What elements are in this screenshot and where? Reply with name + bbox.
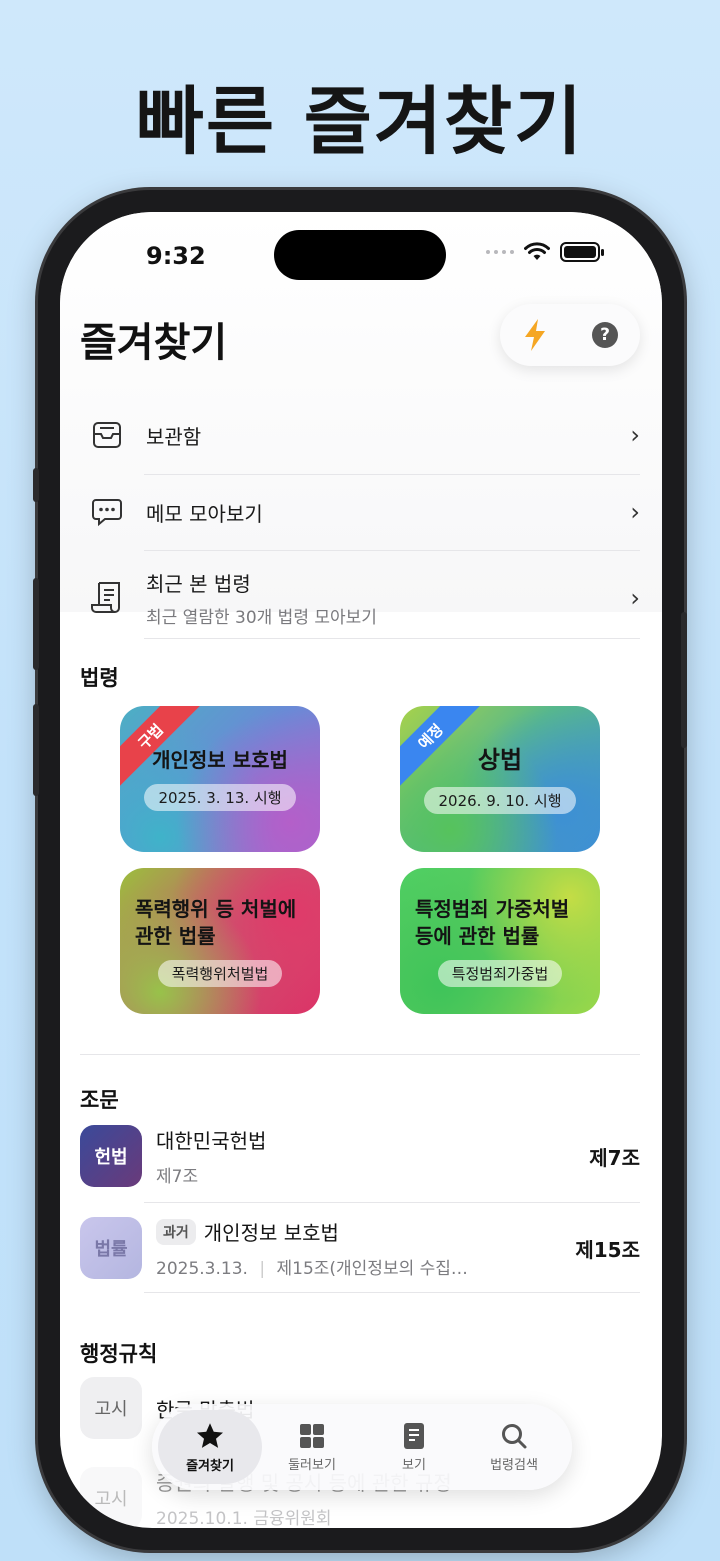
tab-favorites[interactable]: 즐겨찾기 xyxy=(158,1410,262,1484)
tab-label: 보기 xyxy=(402,1457,426,1473)
law-title: 상법 xyxy=(477,746,523,775)
phone-volume-down-button xyxy=(33,704,39,796)
laws-heading: 법령 xyxy=(80,666,119,690)
phone-side-button xyxy=(33,468,39,502)
dynamic-island xyxy=(274,230,446,280)
phone-power-button xyxy=(681,612,687,748)
menu-label: 최근 본 법령 xyxy=(146,572,251,596)
menu-memos[interactable]: 메모 모아보기 › xyxy=(90,495,640,529)
tab-browse[interactable]: 둘러보기 xyxy=(260,1410,364,1484)
status-time: 9:32 xyxy=(146,242,206,270)
law-card-crime[interactable]: 특정범죄 가중처벌 등에 관한 법률 특정범죄가중법 xyxy=(400,868,600,1014)
law-card-privacy[interactable]: 구법 개인정보 보호법 2025. 3. 13. 시행 xyxy=(120,706,320,852)
menu-archive[interactable]: 보관함 › xyxy=(90,418,640,452)
lightning-icon[interactable] xyxy=(522,318,548,352)
article-law-name: 대한민국헌법 xyxy=(156,1129,267,1153)
page-title: 즐겨찾기 xyxy=(80,320,228,366)
divider xyxy=(144,474,640,475)
divider xyxy=(80,1054,640,1055)
chat-bubble-icon xyxy=(90,495,124,529)
receipt-scroll-icon xyxy=(90,581,124,615)
star-icon xyxy=(197,1422,223,1448)
menu-sublabel: 최근 열람한 30개 법령 모아보기 xyxy=(146,608,377,628)
phone-volume-up-button xyxy=(33,578,39,670)
category-badge: 고시 xyxy=(80,1467,142,1528)
status-ribbon: 예정 xyxy=(400,706,483,789)
menu-recent-laws[interactable]: 최근 본 법령 최근 열람한 30개 법령 모아보기 › xyxy=(90,568,640,628)
tray-icon xyxy=(90,418,124,452)
law-short-name-pill: 특정범죄가중법 xyxy=(437,959,563,987)
grid-icon xyxy=(300,1423,324,1448)
divider xyxy=(144,550,640,551)
bottom-tab-bar: 즐겨찾기 둘러보기 보기 법령검색 xyxy=(152,1404,572,1490)
law-date-pill: 2025. 3. 13. 시행 xyxy=(144,784,296,811)
past-version-tag: 과거 xyxy=(156,1218,196,1245)
article-sub: 제15조(개인정보의 수집… xyxy=(276,1259,468,1279)
article-sub: 제7조 xyxy=(156,1167,199,1187)
rule-sub: 2025.10.1. 금융위원회 xyxy=(156,1509,332,1528)
wifi-icon xyxy=(524,242,550,260)
tab-law-search[interactable]: 법령검색 xyxy=(462,1410,566,1484)
law-short-name-pill: 폭력행위처벌법 xyxy=(157,959,283,987)
tab-label: 둘러보기 xyxy=(288,1457,336,1473)
article-date: 2025.3.13. xyxy=(156,1259,248,1279)
law-date-pill: 2026. 9. 10. 시행 xyxy=(424,786,576,814)
menu-label: 메모 모아보기 xyxy=(146,501,263,526)
law-title: 폭력행위 등 처벌에 관한 법률 xyxy=(135,896,297,948)
status-icons xyxy=(486,242,604,262)
article-row[interactable]: 법률 과거 개인정보 보호법 2025.3.13. | 제15조(개인정보의 수… xyxy=(80,1208,640,1288)
category-badge: 법률 xyxy=(80,1217,142,1279)
tab-label: 즐겨찾기 xyxy=(186,1458,234,1474)
category-badge: 고시 xyxy=(80,1377,142,1439)
help-icon[interactable]: ? xyxy=(592,322,618,348)
category-badge: 헌법 xyxy=(80,1125,142,1187)
app-screen: 9:32 즐겨찾기 ? 보관함 › 메모 모아보기 › 최근 본 법령 최근 열… xyxy=(60,212,662,1528)
divider xyxy=(144,1202,640,1203)
chevron-right-icon: › xyxy=(630,421,640,449)
law-card-violence[interactable]: 폭력행위 등 처벌에 관한 법률 폭력행위처벌법 xyxy=(120,868,320,1014)
rules-heading: 행정규칙 xyxy=(80,1342,158,1366)
tab-label: 법령검색 xyxy=(490,1457,538,1473)
divider xyxy=(144,638,640,639)
chevron-right-icon: › xyxy=(630,498,640,526)
signal-icon xyxy=(486,250,514,254)
article-law-name: 개인정보 보호법 xyxy=(203,1221,339,1245)
top-action-pill: ? xyxy=(500,304,640,366)
law-title: 개인정보 보호법 xyxy=(152,748,288,772)
article-row[interactable]: 헌법 대한민국헌법 제7조 제7조 xyxy=(80,1116,640,1196)
law-card-commercial[interactable]: 예정 상법 2026. 9. 10. 시행 xyxy=(400,706,600,852)
menu-label: 보관함 xyxy=(146,424,202,449)
battery-icon xyxy=(560,242,604,262)
law-title: 특정범죄 가중처벌 등에 관한 법률 xyxy=(415,896,570,948)
article-number: 제7조 xyxy=(589,1145,640,1170)
tab-view[interactable]: 보기 xyxy=(362,1410,466,1484)
document-icon xyxy=(404,1422,424,1449)
divider xyxy=(144,1292,640,1293)
chevron-right-icon: › xyxy=(630,584,640,612)
search-icon xyxy=(502,1423,527,1448)
articles-heading: 조문 xyxy=(80,1088,119,1112)
promo-headline: 빠른 즐겨찾기 xyxy=(135,79,585,165)
article-number: 제15조 xyxy=(575,1237,640,1262)
